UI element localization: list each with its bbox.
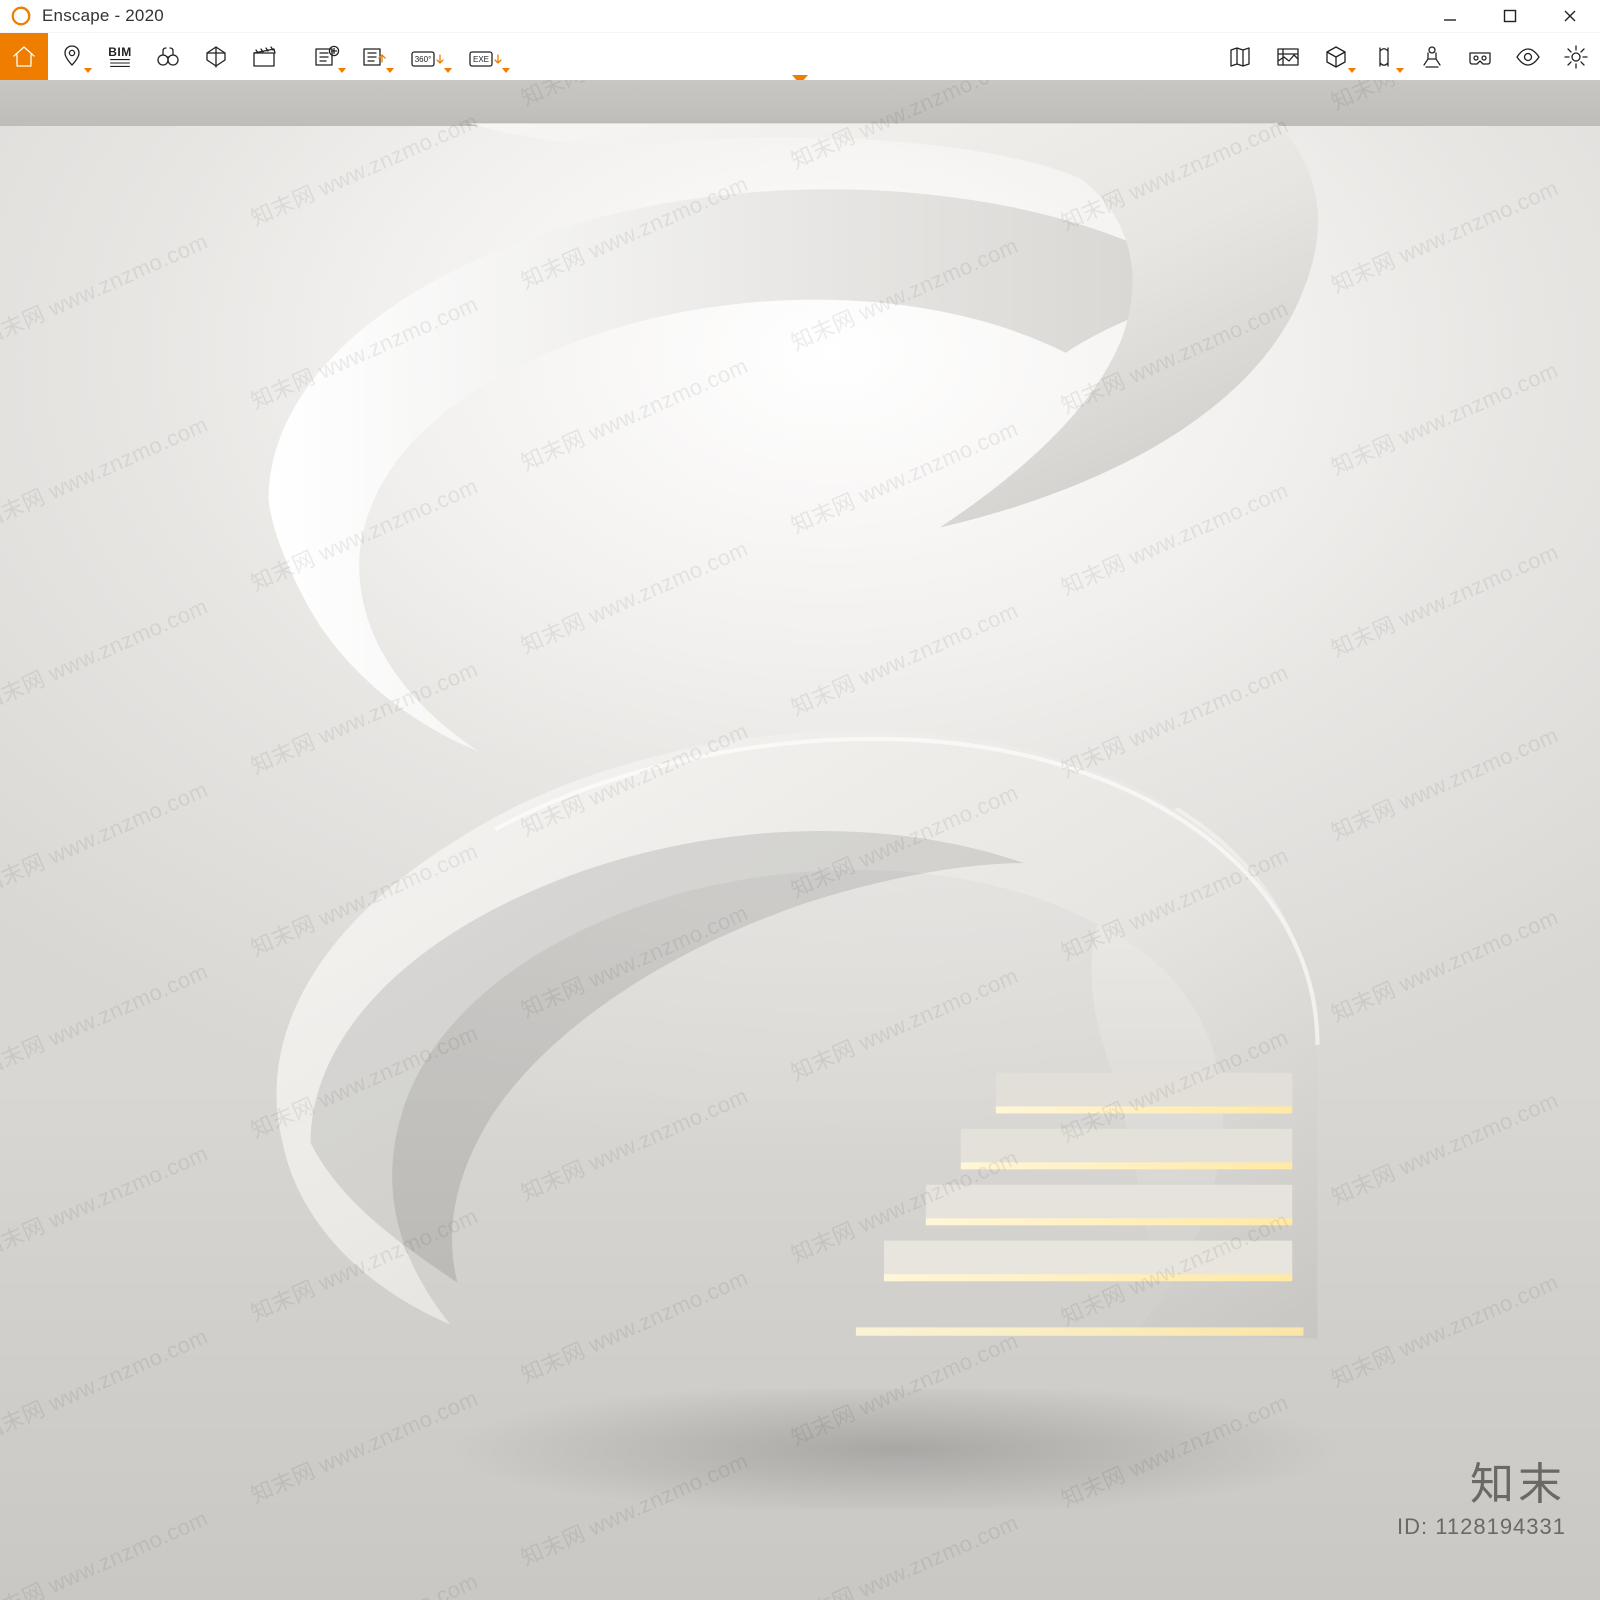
asset-library-button[interactable] [1264,33,1312,81]
gear-icon [1562,43,1590,71]
chevron-down-icon [84,68,92,73]
chevron-down-icon [444,68,452,73]
svg-text:EXE: EXE [473,55,489,64]
vr-headset-icon [1466,43,1494,71]
bim-mode-button[interactable]: BIM [96,33,144,81]
toolbar-group-left: BIM [0,33,514,81]
minimap-button[interactable] [1216,33,1264,81]
walk-button[interactable] [1360,33,1408,81]
render-background: 知末网 www.znzmo.com知末网 www.znzmo.com知末网 ww… [0,80,1600,1600]
manage-uploads-button[interactable] [350,33,398,81]
create-view-icon [312,43,340,71]
eye-icon [1514,43,1542,71]
panorama-icon: 360° [409,43,445,71]
main-toolbar: BIM [0,33,1600,81]
orbit-button[interactable] [1312,33,1360,81]
asset-library-icon [1274,43,1302,71]
visual-settings-button[interactable] [1504,33,1552,81]
source-brand-overlay: 知末 ID: 1128194331 [1397,1448,1566,1540]
brand-name-cn: 知末 [1397,1448,1566,1512]
map-pin-icon [58,43,86,71]
binoculars-icon [154,43,182,71]
chevron-down-icon [386,68,394,73]
minimize-button[interactable] [1420,0,1480,32]
manage-uploads-icon [360,43,388,71]
chevron-down-icon [502,68,510,73]
safe-frame-icon [202,43,230,71]
walk-icon [1370,43,1398,71]
chevron-down-icon [1396,68,1404,73]
toolbar-group-right [1216,33,1600,81]
svg-text:360°: 360° [415,55,432,64]
home-button[interactable] [0,33,48,81]
seated-vr-button[interactable] [1408,33,1456,81]
window-controls [1420,0,1600,32]
cube-icon [1322,43,1350,71]
title-bar: Enscape - 2020 [0,0,1600,33]
export-exe-icon: EXE [467,43,503,71]
close-button[interactable] [1540,0,1600,32]
vr-button[interactable] [1456,33,1504,81]
window-title: Enscape - 2020 [42,6,164,26]
spiral-staircase-illustration [96,80,1504,1478]
create-view-button[interactable] [302,33,350,81]
map-icon [1226,43,1254,71]
chevron-down-icon [338,68,346,73]
home-icon [10,43,38,71]
video-button[interactable] [240,33,288,81]
clapperboard-icon [250,43,278,71]
chevron-down-icon [1348,68,1356,73]
seated-vr-icon [1418,43,1446,71]
menu-icon [107,57,133,69]
app-window: Enscape - 2020 BIM [0,0,1600,1600]
binoculars-button[interactable] [144,33,192,81]
asset-id-label: ID: 1128194331 [1397,1514,1566,1540]
enscape-logo-icon [10,5,32,27]
favorites-button[interactable] [48,33,96,81]
general-settings-button[interactable] [1552,33,1600,81]
safe-frame-button[interactable] [192,33,240,81]
maximize-button[interactable] [1480,0,1540,32]
export-exe-button[interactable]: EXE [456,33,514,81]
panorama-button[interactable]: 360° [398,33,456,81]
render-viewport[interactable]: 知末网 www.znzmo.com知末网 www.znzmo.com知末网 ww… [0,80,1600,1600]
